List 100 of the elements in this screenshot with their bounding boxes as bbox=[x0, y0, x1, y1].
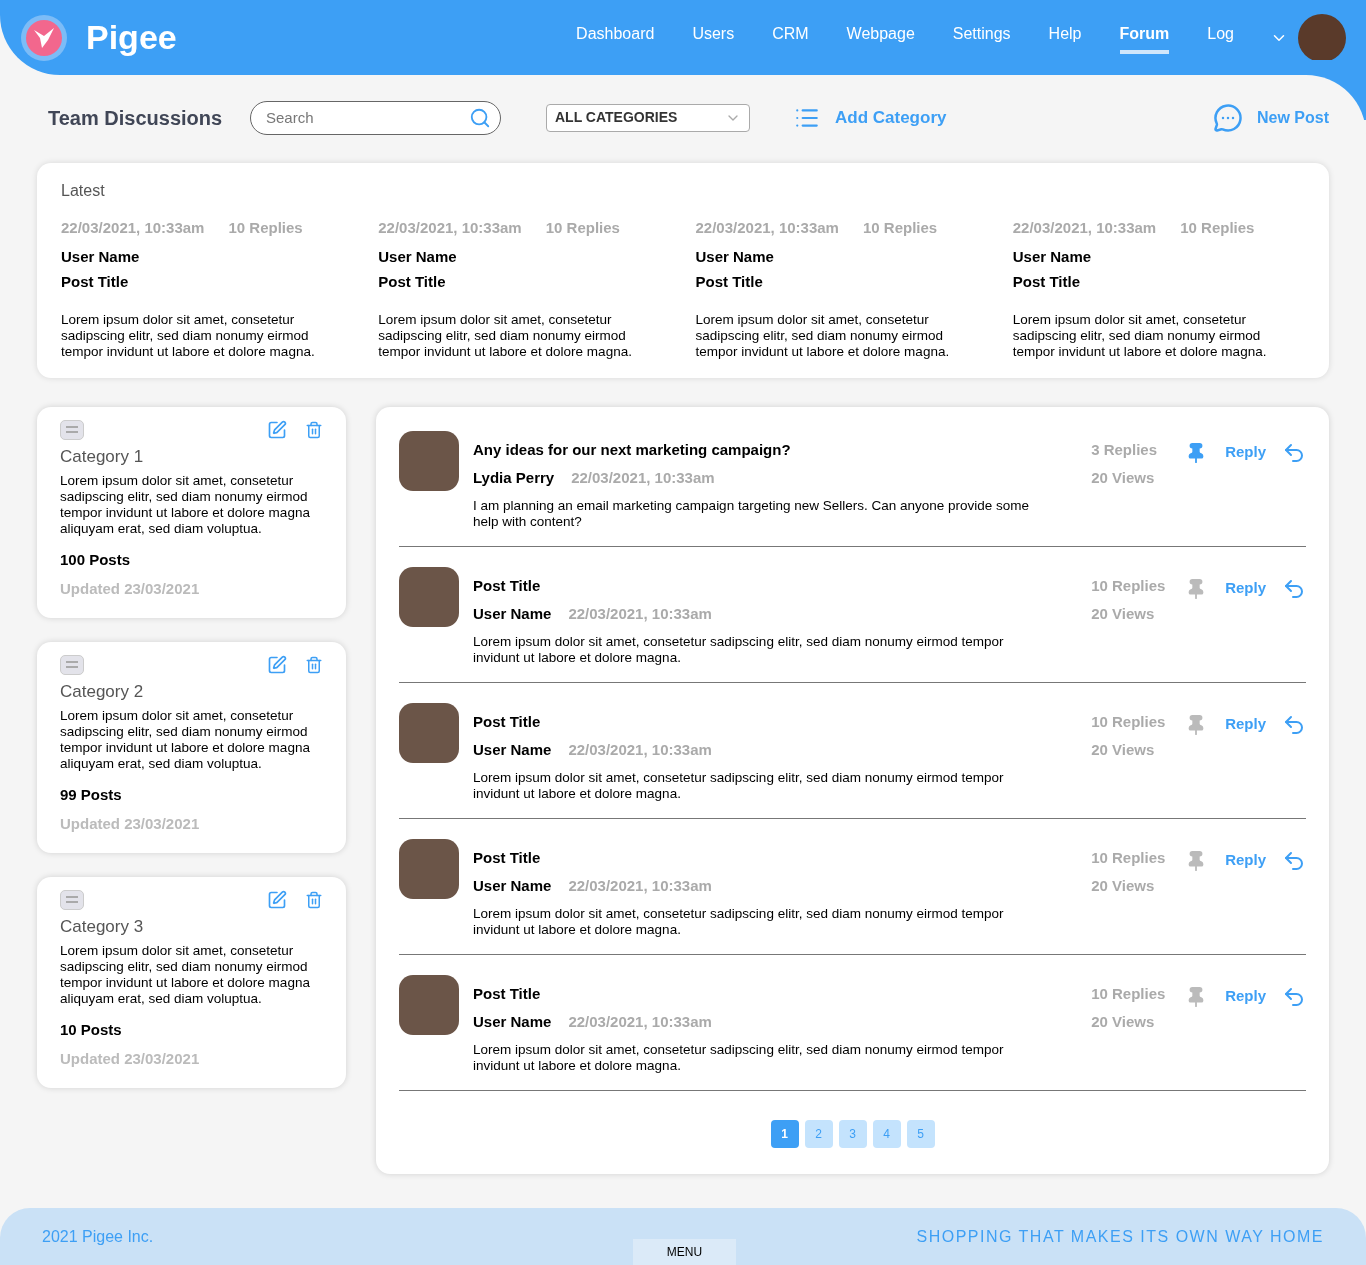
view-count: 20 Views bbox=[1091, 876, 1156, 896]
search-field[interactable]: Search bbox=[250, 100, 501, 135]
post-body: I am planning an email marketing campaign targeting new Sellers. Can anyone provide some help with content? bbox=[473, 497, 1031, 530]
category-card[interactable]: Category 3 Lorem ipsum dolor sit amet, consetetur sadipscing elitr, sed diam nonumy eirmod tempor invidunt ut labore et dolore magna aliquyam erat, sed diam voluptua. 10 Posts Updated 23/03/2021 bbox=[37, 876, 346, 1088]
page-button[interactable]: 1 bbox=[770, 1119, 799, 1148]
post-excerpt: Lorem ipsum dolor sit amet, consetetur sadipscing elitr, sed diam nonumy eirmod tempor invidunt ut labore et dolore magna. bbox=[1012, 311, 1268, 360]
post-date: 22/03/2021, 10:33am bbox=[571, 468, 715, 488]
edit-icon[interactable] bbox=[267, 654, 287, 675]
reply-count: 3 Replies bbox=[1091, 439, 1158, 460]
avatar-placeholder bbox=[399, 974, 459, 1035]
category-name: Category 2 bbox=[60, 680, 145, 703]
user-name: User Name bbox=[473, 604, 552, 624]
user-name: User Name bbox=[473, 740, 552, 760]
category-icon bbox=[60, 654, 84, 675]
post-title: Post Title bbox=[61, 272, 130, 292]
post-count: 10 Posts bbox=[60, 1020, 123, 1040]
section-title: Latest bbox=[61, 181, 106, 201]
trash-icon[interactable] bbox=[305, 419, 323, 440]
updated-date: Updated 23/03/2021 bbox=[60, 1048, 201, 1069]
post-date: 22/03/2021, 10:33am bbox=[378, 218, 522, 238]
post-title[interactable]: Post Title bbox=[473, 846, 1033, 869]
menu-button[interactable]: MENU bbox=[633, 1239, 736, 1265]
search-icon[interactable] bbox=[469, 106, 491, 129]
post-title: Post Title bbox=[378, 272, 447, 292]
post-title: Post Title bbox=[1012, 272, 1081, 292]
nav-link[interactable]: Settings bbox=[952, 21, 1011, 54]
reply-button[interactable]: Reply bbox=[1225, 984, 1266, 1007]
view-count: 20 Views bbox=[1091, 468, 1156, 488]
post-body: Lorem ipsum dolor sit amet, consetetur sadipscing elitr, sed diam nonumy eirmod tempor invidunt ut labore et dolore magna. bbox=[473, 633, 1005, 666]
post-date: 22/03/2021, 10:33am bbox=[568, 876, 712, 896]
reply-count: 10 Replies bbox=[1091, 575, 1167, 596]
reply-count: 10 Replies bbox=[1180, 218, 1255, 238]
nav-link[interactable]: Forum bbox=[1119, 21, 1170, 54]
copyright-text: 2021 Pigee Inc. bbox=[42, 1226, 154, 1247]
category-icon bbox=[60, 419, 84, 440]
nav-link[interactable]: Users bbox=[692, 21, 735, 54]
user-name: User Name bbox=[378, 246, 458, 267]
avatar-placeholder bbox=[399, 430, 459, 491]
user-name: User Name bbox=[695, 246, 775, 267]
page-button[interactable]: 5 bbox=[906, 1119, 935, 1148]
reply-count: 10 Replies bbox=[545, 218, 620, 238]
trash-icon[interactable] bbox=[305, 654, 323, 675]
page-button[interactable]: 4 bbox=[872, 1119, 901, 1148]
post-excerpt: Lorem ipsum dolor sit amet, consetetur sadipscing elitr, sed diam nonumy eirmod tempor invidunt ut labore et dolore magna. bbox=[695, 311, 951, 360]
avatar-placeholder[interactable] bbox=[1298, 13, 1346, 62]
updated-date: Updated 23/03/2021 bbox=[60, 813, 201, 834]
brand-name: Pigee bbox=[86, 17, 177, 58]
avatar-placeholder bbox=[399, 838, 459, 899]
post-date: 22/03/2021, 10:33am bbox=[568, 740, 712, 760]
page-title: Team Discussions bbox=[48, 105, 224, 131]
tagline: SHOPPING THAT MAKES ITS OWN WAY HOME bbox=[916, 1226, 1324, 1247]
nav-link[interactable]: CRM bbox=[772, 21, 809, 54]
post-date: 22/03/2021, 10:33am bbox=[568, 604, 712, 624]
category-description: Lorem ipsum dolor sit amet, consetetur sadipscing elitr, sed diam nonumy eirmod tempor invidunt ut labore et dolore magna aliquyam erat, sed diam voluptua. bbox=[60, 708, 311, 772]
user-name: User Name bbox=[1012, 246, 1093, 267]
bird-logo-icon bbox=[20, 13, 68, 62]
category-description: Lorem ipsum dolor sit amet, consetetur sadipscing elitr, sed diam nonumy eirmod tempor invidunt ut labore et dolore magna aliquyam erat, sed diam voluptua. bbox=[60, 943, 311, 1007]
post-body: Lorem ipsum dolor sit amet, consetetur sadipscing elitr, sed diam nonumy eirmod tempor invidunt ut labore et dolore magna. bbox=[473, 769, 1005, 802]
nav-link[interactable]: Dashboard bbox=[576, 21, 655, 54]
post-title[interactable]: Post Title bbox=[473, 710, 1033, 733]
post-title[interactable]: Post Title bbox=[473, 982, 1033, 1005]
post-excerpt: Lorem ipsum dolor sit amet, consetetur sadipscing elitr, sed diam nonumy eirmod tempor invidunt ut labore et dolore magna. bbox=[378, 311, 633, 360]
category-card[interactable]: Category 2 Lorem ipsum dolor sit amet, consetetur sadipscing elitr, sed diam nonumy eirmod tempor invidunt ut labore et dolore magna aliquyam erat, sed diam voluptua. 99 Posts Updated 23/03/2021 bbox=[37, 641, 346, 853]
reply-count: 10 Replies bbox=[1091, 711, 1167, 732]
category-name: Category 1 bbox=[60, 445, 145, 468]
category-name: Category 3 bbox=[60, 915, 145, 938]
chat-bubble-icon[interactable] bbox=[1213, 102, 1243, 133]
nav-link[interactable]: Webpage bbox=[846, 21, 915, 54]
add-category-link[interactable]: Add Category bbox=[835, 104, 947, 131]
post-title: Post Title bbox=[695, 272, 764, 292]
page-button[interactable]: 2 bbox=[804, 1119, 833, 1148]
reply-button[interactable]: Reply bbox=[1225, 440, 1266, 463]
post-date: 22/03/2021, 10:33am bbox=[695, 218, 839, 238]
reply-count: 10 Replies bbox=[1091, 847, 1167, 868]
reply-count: 10 Replies bbox=[862, 218, 938, 238]
trash-icon[interactable] bbox=[305, 889, 323, 910]
nav-link[interactable]: Help bbox=[1048, 21, 1082, 54]
nav-link[interactable]: Log bbox=[1207, 21, 1234, 54]
view-count: 20 Views bbox=[1091, 740, 1156, 760]
reply-count: 10 Replies bbox=[1091, 983, 1167, 1004]
reply-button[interactable]: Reply bbox=[1225, 712, 1266, 735]
reply-button[interactable]: Reply bbox=[1225, 576, 1266, 599]
page-button[interactable]: 3 bbox=[838, 1119, 867, 1148]
category-card[interactable]: Category 1 Lorem ipsum dolor sit amet, consetetur sadipscing elitr, sed diam nonumy eirmod tempor invidunt ut labore et dolore magna aliquyam erat, sed diam voluptua. 100 Posts Updated 23/03/2021 bbox=[37, 406, 346, 618]
post-date: 22/03/2021, 10:33am bbox=[1012, 218, 1157, 238]
post-body: Lorem ipsum dolor sit amet, consetetur sadipscing elitr, sed diam nonumy eirmod tempor invidunt ut labore et dolore magna. bbox=[473, 905, 1005, 938]
category-description: Lorem ipsum dolor sit amet, consetetur sadipscing elitr, sed diam nonumy eirmod tempor invidunt ut labore et dolore magna aliquyam erat, sed diam voluptua. bbox=[60, 473, 311, 537]
post-title[interactable]: Any ideas for our next marketing campaign? bbox=[473, 438, 1033, 461]
edit-icon[interactable] bbox=[267, 889, 287, 910]
new-post-link[interactable]: New Post bbox=[1257, 105, 1329, 130]
reply-button[interactable]: Reply bbox=[1225, 848, 1266, 871]
category-icon bbox=[60, 889, 84, 910]
post-count: 99 Posts bbox=[60, 785, 123, 805]
view-count: 20 Views bbox=[1091, 604, 1156, 624]
avatar-placeholder bbox=[399, 702, 459, 763]
user-name: User Name bbox=[473, 876, 552, 896]
category-dropdown[interactable]: ALL CATEGORIES bbox=[546, 103, 750, 132]
post-date: 22/03/2021, 10:33am bbox=[568, 1012, 712, 1032]
edit-icon[interactable] bbox=[267, 419, 287, 440]
post-title[interactable]: Post Title bbox=[473, 574, 1033, 597]
